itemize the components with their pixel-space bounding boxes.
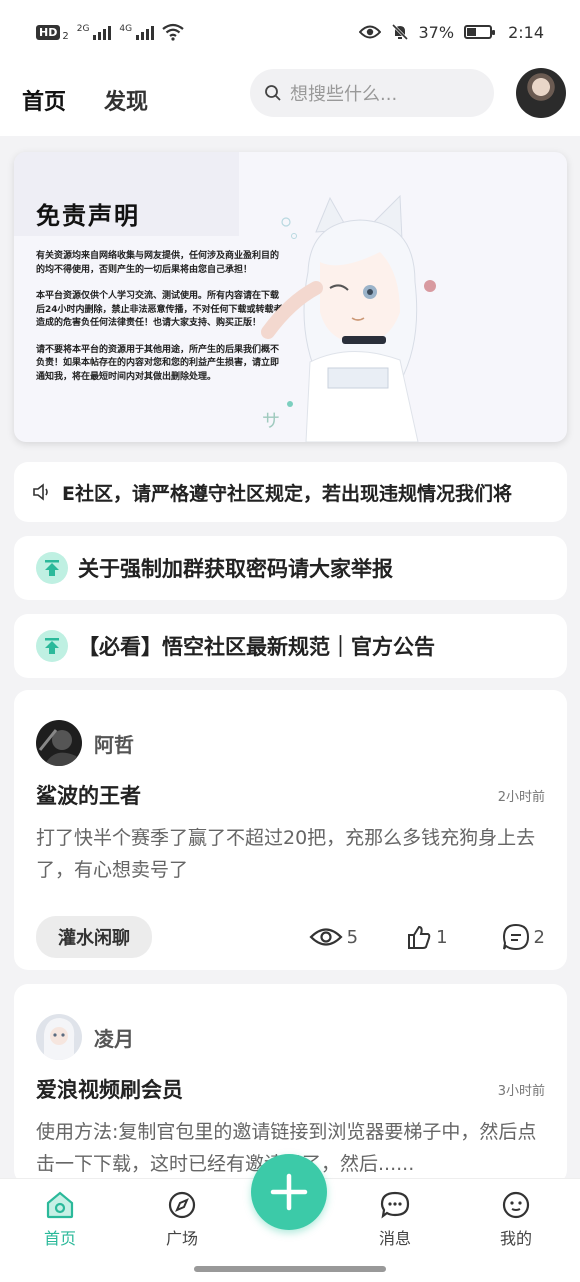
tab-discover[interactable]: 发现	[104, 84, 148, 116]
banner-paragraph: 请不要将本平台的资源用于其他用途，所产生的后果我们概不负责！如果本帖存在的内容对…	[36, 344, 280, 382]
nav-home[interactable]: 首页	[20, 1189, 100, 1249]
eye-icon	[309, 928, 343, 946]
notice-title: 【必看】悟空社区最新规范｜官方公告	[78, 635, 435, 659]
author-avatar[interactable]	[36, 720, 82, 766]
author-name[interactable]: 凌月	[94, 1023, 134, 1052]
battery-percent: 37%	[418, 22, 455, 42]
thumbs-up-icon	[408, 925, 431, 949]
anime-girl-illustration: サ	[261, 194, 436, 442]
nav-square-label: 广场	[165, 1229, 198, 1248]
notice-title: 关于强制加群获取密码请大家举报	[78, 557, 393, 581]
hd-badge: HD	[36, 24, 61, 40]
clock: 2:14	[508, 22, 544, 42]
comment-button[interactable]: 2	[502, 923, 545, 951]
post-card[interactable]: 阿哲 鲨波的王者 2小时前 打了快半个赛季了赢了不超过20把，充那么多钱充狗身上…	[14, 690, 567, 970]
post-body[interactable]: 打了快半个赛季了赢了不超过20把，充那么多钱充狗身上去了，有心想卖号了	[36, 822, 545, 886]
nav-profile-label: 我的	[499, 1229, 532, 1248]
wifi-icon	[162, 23, 184, 41]
home-icon	[46, 1191, 74, 1219]
like-count: 1	[436, 926, 448, 948]
comment-icon	[502, 923, 529, 951]
signal-icon-2: 4G	[119, 24, 155, 40]
comment-count: 2	[533, 926, 545, 948]
post-time: 3小时前	[497, 1083, 545, 1099]
nav-profile[interactable]: 我的	[476, 1189, 556, 1249]
announcement-marquee[interactable]: E社区，请严格遵守社区规定，若出现违规情况我们将	[14, 462, 567, 522]
smiley-face-icon	[502, 1191, 530, 1219]
marquee-text: E社区，请严格遵守社区规定，若出现违规情况我们将	[62, 482, 512, 505]
plus-icon	[270, 1173, 308, 1211]
nav-home-label: 首页	[43, 1229, 76, 1248]
banner-paragraph: 本平台资源仅供个人学习交流、测试使用。所有内容请在下载后24小时内删除，禁止非法…	[36, 291, 283, 328]
compass-icon	[168, 1191, 196, 1219]
pin-top-icon	[36, 552, 68, 584]
status-bar: HD 2 2G 4G 37% 2:14	[0, 0, 580, 64]
post-title[interactable]: 鲨波的王者	[36, 780, 141, 810]
nav-messages[interactable]: 消息	[355, 1189, 435, 1249]
author-avatar[interactable]	[36, 1014, 82, 1060]
author-name[interactable]: 阿哲	[94, 729, 134, 758]
banner-text: 有关资源均来自网络收集与网友提供，任何涉及商业盈利目的的均不得使用，否则产生的一…	[36, 250, 286, 397]
chat-icon	[380, 1191, 410, 1219]
tab-discover-label: 发现	[104, 90, 149, 115]
speaker-icon	[33, 483, 48, 501]
top-header: 首页 发现 想搜些什么...	[0, 64, 580, 136]
pinned-notice[interactable]: 【必看】悟空社区最新规范｜官方公告	[14, 614, 567, 678]
post-tag[interactable]: 灌水闲聊	[36, 916, 152, 958]
create-post-button[interactable]	[251, 1154, 327, 1230]
nav-square[interactable]: 广场	[142, 1189, 222, 1249]
post-time: 2小时前	[497, 789, 545, 805]
banner-title: 免责声明	[36, 202, 140, 230]
view-count: 5	[309, 926, 358, 948]
pinned-notice[interactable]: 关于强制加群获取密码请大家举报	[14, 536, 567, 600]
user-avatar[interactable]	[516, 68, 566, 118]
banner-paragraph: 有关资源均来自网络收集与网友提供，任何涉及商业盈利目的的均不得使用，否则产生的一…	[36, 251, 280, 275]
mute-bell-icon	[391, 23, 408, 41]
signal-icon: 2G	[77, 24, 112, 40]
pin-top-icon	[36, 630, 68, 662]
hd-sub: 2	[62, 30, 69, 42]
gesture-home-bar[interactable]	[194, 1266, 386, 1272]
eye-icon	[358, 25, 381, 39]
search-placeholder: 想搜些什么...	[290, 84, 398, 105]
search-icon	[265, 85, 281, 101]
svg-text:サ: サ	[262, 411, 280, 432]
post-title[interactable]: 爱浪视频刷会员	[36, 1074, 183, 1104]
like-button[interactable]: 1	[406, 924, 448, 950]
view-count-value: 5	[346, 926, 359, 948]
nav-messages-label: 消息	[378, 1229, 411, 1248]
tab-home-label: 首页	[22, 90, 67, 115]
tab-home[interactable]: 首页	[20, 84, 70, 116]
disclaimer-banner[interactable]: 免责声明 有关资源均来自网络收集与网友提供，任何涉及商业盈利目的的均不得使用，否…	[14, 152, 567, 442]
search-input[interactable]: 想搜些什么...	[250, 69, 494, 117]
battery-icon	[464, 25, 496, 39]
